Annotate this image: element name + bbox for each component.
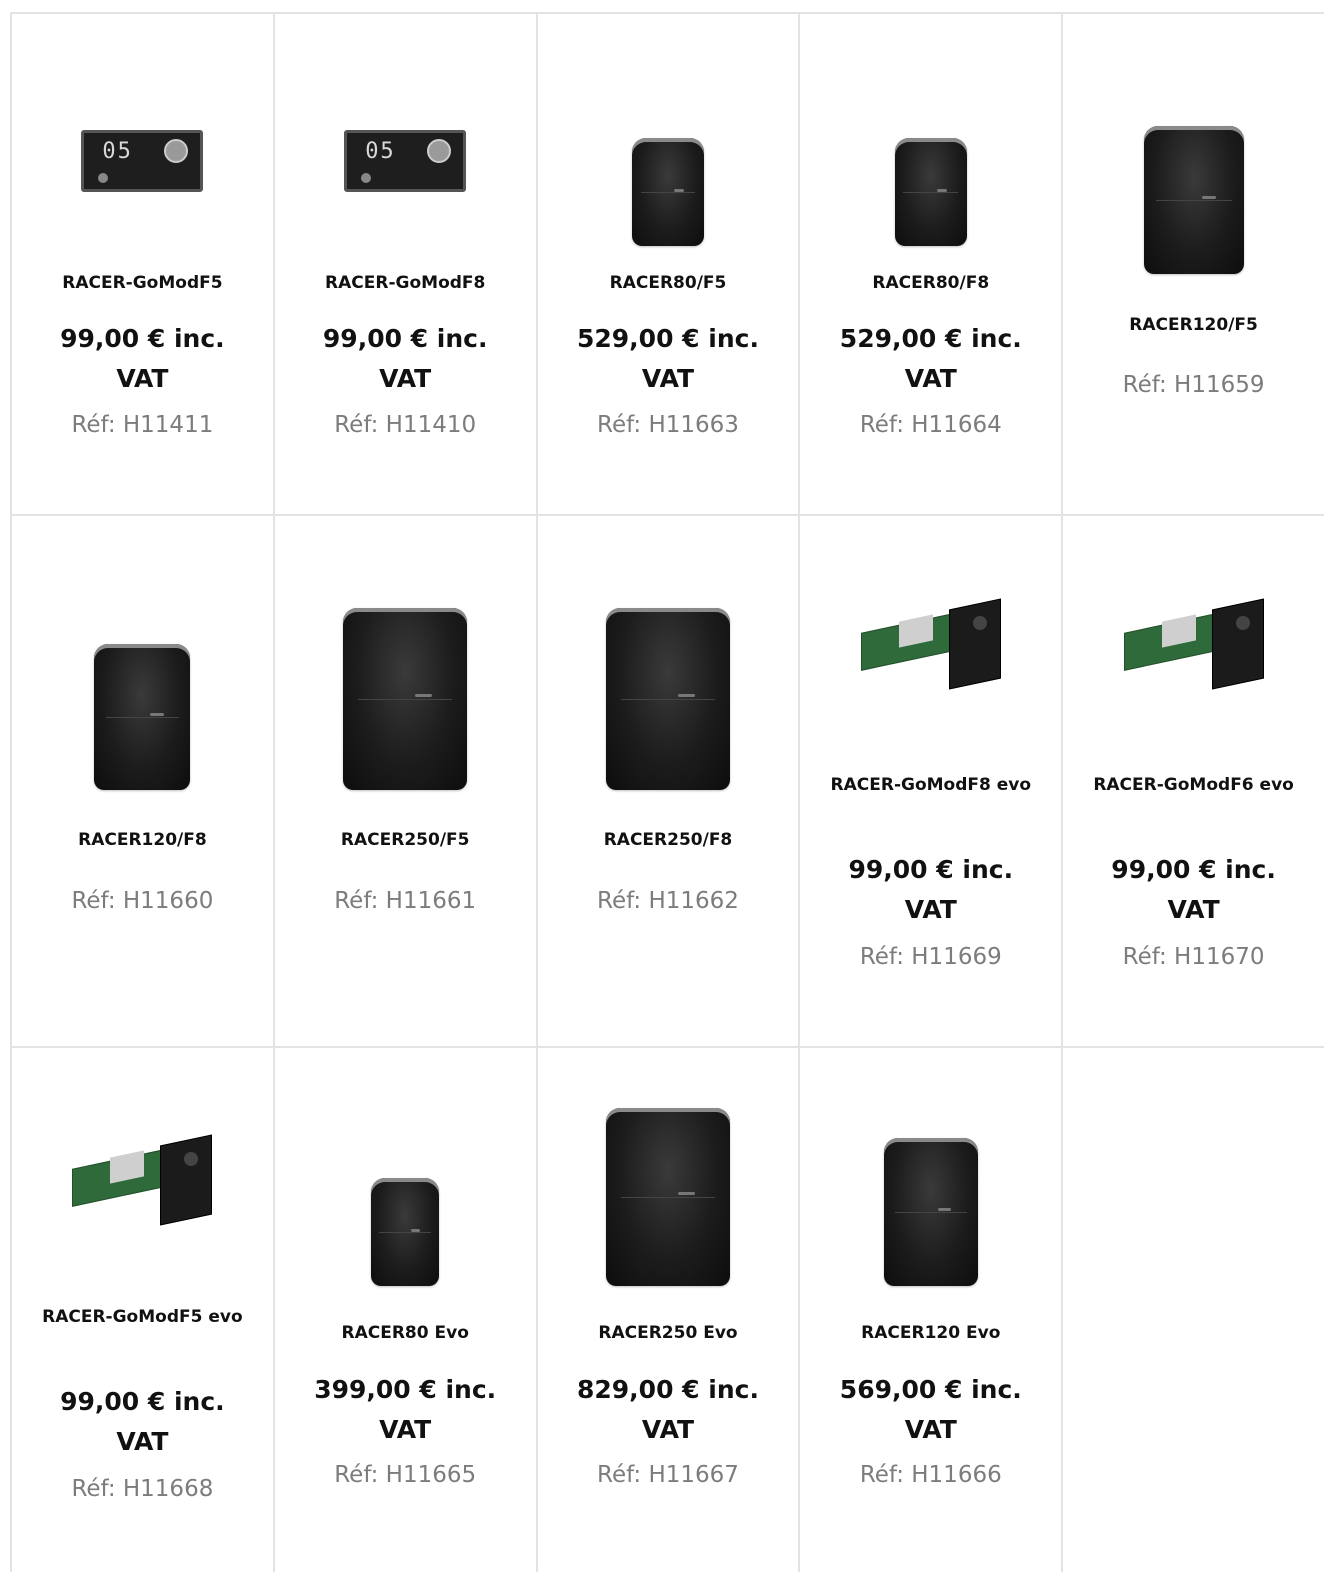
product-name[interactable]: RACER120/F5	[1083, 310, 1304, 340]
product-price: 99,00 € inc. VAT	[60, 1387, 225, 1456]
product-name[interactable]: RACER250/F5	[295, 825, 516, 855]
product-price: 569,00 € inc. VAT	[839, 1375, 1022, 1444]
receiver-display: 05	[365, 139, 396, 164]
product-card[interactable]: RACER80/F8 529,00 € inc. VAT Réf: H11664	[798, 14, 1061, 514]
product-name[interactable]: RACER250/F8	[558, 825, 779, 855]
product-name[interactable]: RACER120/F8	[32, 825, 253, 855]
product-ref: Réf: H11659	[1122, 372, 1265, 398]
receiver-image[interactable]: 05	[344, 130, 467, 192]
product-ref: Réf: H11669	[859, 944, 1002, 970]
dial-icon	[972, 616, 987, 630]
product-ref: Réf: H11667	[597, 1462, 739, 1488]
product-ref: Réf: H11670	[1122, 944, 1265, 970]
product-name[interactable]: RACER-GoModF6 evo	[1083, 770, 1304, 800]
speaker-image[interactable]	[343, 608, 468, 790]
product-card[interactable]: 05 RACER-GoModF8 99,00 € inc. VAT Réf: H…	[272, 14, 536, 514]
product-name[interactable]: RACER80 Evo	[295, 1318, 516, 1348]
speaker-image[interactable]	[631, 138, 704, 246]
product-card[interactable]: RACER120 Evo 569,00 € inc. VAT Réf: H116…	[798, 1048, 1061, 1572]
speaker-image[interactable]	[605, 1108, 730, 1286]
product-card[interactable]: RACER120/F8 Réf: H11660	[10, 516, 273, 1046]
product-name[interactable]: RACER80/F5	[558, 268, 779, 298]
knob-icon	[164, 139, 189, 163]
speaker-image[interactable]	[605, 608, 730, 790]
receiver-display: 05	[102, 139, 133, 164]
speaker-image[interactable]	[1143, 126, 1244, 274]
product-card[interactable]: RACER80/F5 529,00 € inc. VAT Réf: H11663	[535, 14, 799, 514]
speaker-image[interactable]	[883, 1138, 978, 1286]
product-name[interactable]: RACER250 Evo	[558, 1318, 779, 1348]
speaker-image[interactable]	[894, 138, 967, 246]
product-card[interactable]: RACER-GoModF6 evo 99,00 € inc. VAT Réf: …	[1061, 516, 1324, 1046]
product-card[interactable]: RACER250 Evo 829,00 € inc. VAT Réf: H116…	[535, 1048, 799, 1572]
product-row: RACER-GoModF5 evo 99,00 € inc. VAT Réf: …	[10, 1046, 1324, 1572]
knob-icon	[427, 139, 452, 163]
product-price: 399,00 € inc. VAT	[314, 1375, 497, 1444]
product-price: 529,00 € inc. VAT	[577, 324, 759, 393]
dial-icon	[1235, 616, 1250, 630]
receiver-image[interactable]: 05	[81, 130, 204, 192]
product-row: 05 RACER-GoModF5 99,00 € inc. VAT Réf: H…	[10, 12, 1324, 514]
product-card[interactable]: RACER250/F8 Réf: H11662	[535, 516, 799, 1046]
product-name[interactable]: RACER-GoModF8	[295, 268, 516, 298]
product-ref: Réf: H11666	[859, 1462, 1002, 1488]
product-ref: Réf: H11662	[597, 888, 739, 914]
product-name[interactable]: RACER-GoModF8 evo	[820, 770, 1041, 800]
product-card[interactable]: 05 RACER-GoModF5 99,00 € inc. VAT Réf: H…	[10, 14, 273, 514]
product-ref: Réf: H11411	[71, 412, 214, 438]
product-price: 99,00 € inc. VAT	[1111, 855, 1276, 924]
product-name[interactable]: RACER-GoModF5 evo	[32, 1302, 253, 1332]
product-card[interactable]: RACER250/F5 Réf: H11661	[272, 516, 536, 1046]
product-card[interactable]: RACER-GoModF5 evo 99,00 € inc. VAT Réf: …	[10, 1048, 273, 1572]
product-ref: Réf: H11668	[71, 1476, 214, 1502]
product-name[interactable]: RACER80/F8	[820, 268, 1041, 298]
product-grid: 05 RACER-GoModF5 99,00 € inc. VAT Réf: H…	[10, 12, 1324, 1572]
product-ref: Réf: H11410	[334, 412, 477, 438]
product-name[interactable]: RACER-GoModF5	[32, 268, 253, 298]
product-price: 99,00 € inc. VAT	[848, 855, 1014, 924]
product-ref: Réf: H11660	[71, 888, 214, 914]
module-image[interactable]	[72, 1134, 213, 1226]
module-image[interactable]	[860, 598, 1001, 690]
speaker-image[interactable]	[371, 1178, 440, 1286]
product-ref: Réf: H11664	[859, 412, 1002, 438]
product-price: 99,00 € inc. VAT	[322, 324, 488, 393]
empty-card	[1061, 1048, 1324, 1572]
module-image[interactable]	[1123, 598, 1264, 690]
product-price: 829,00 € inc. VAT	[577, 1375, 759, 1444]
product-name[interactable]: RACER120 Evo	[820, 1318, 1041, 1348]
product-card[interactable]: RACER120/F5 Réf: H11659	[1061, 14, 1324, 514]
speaker-image[interactable]	[94, 644, 191, 790]
product-price: 529,00 € inc. VAT	[839, 324, 1022, 393]
product-ref: Réf: H11663	[597, 412, 739, 438]
product-ref: Réf: H11665	[334, 1462, 477, 1488]
product-price: 99,00 € inc. VAT	[60, 324, 225, 393]
button-icon	[98, 173, 109, 183]
product-card[interactable]: RACER80 Evo 399,00 € inc. VAT Réf: H1166…	[272, 1048, 536, 1572]
product-ref: Réf: H11661	[334, 888, 477, 914]
product-row: RACER120/F8 Réf: H11660 RACER250/F5 Réf:…	[10, 514, 1324, 1046]
button-icon	[361, 173, 372, 183]
product-card[interactable]: RACER-GoModF8 evo 99,00 € inc. VAT Réf: …	[798, 516, 1061, 1046]
